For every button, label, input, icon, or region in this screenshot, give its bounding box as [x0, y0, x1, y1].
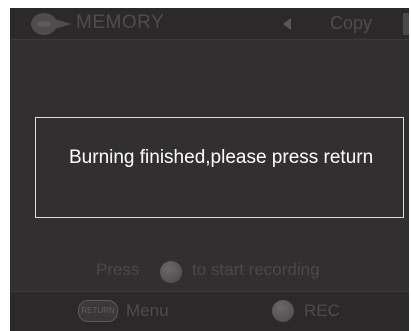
memory-title: MEMORY [76, 12, 165, 33]
prompt-rest-text: to start recording [192, 260, 320, 279]
copy-mode-label: Copy [330, 13, 373, 33]
bottom-bar: RETURN Menu REC [10, 291, 409, 331]
return-button[interactable]: RETURN [78, 300, 118, 322]
next-arrow-icon[interactable] [403, 13, 409, 35]
device-screen: MEMORY Copy Burning finished,please pres… [10, 8, 409, 331]
dialog-message: Burning finished,please press return [69, 147, 374, 168]
memory-icon [31, 13, 72, 35]
record-prompt: Press to start recording [10, 258, 409, 283]
record-button-icon [160, 261, 182, 283]
menu-label: Menu [126, 301, 169, 320]
rec-label: REC [304, 301, 340, 320]
prompt-press-text: Press [96, 260, 140, 279]
previous-arrow-icon[interactable] [283, 18, 291, 30]
rec-button-icon[interactable] [272, 300, 294, 322]
message-dialog: Burning finished,please press return [35, 117, 404, 218]
top-bar: MEMORY Copy [10, 8, 409, 40]
